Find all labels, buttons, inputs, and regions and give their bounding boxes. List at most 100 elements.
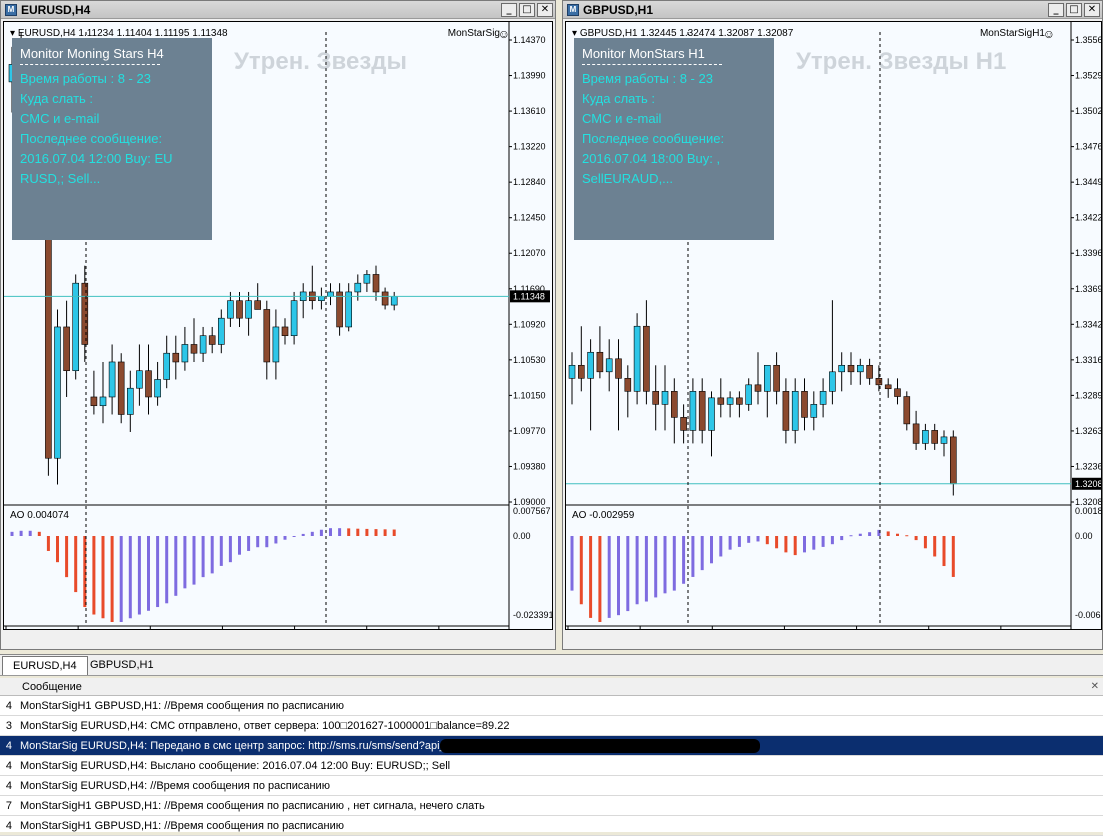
close-button[interactable]: ✕ [537, 2, 553, 17]
price-tick-label: 1.13220 [513, 142, 546, 152]
ao-bar [210, 536, 214, 574]
ao-bar [292, 536, 296, 537]
monitor-panel: Monitor Moning Stars H4 Время работы : 8… [12, 38, 212, 240]
candle-body [290, 300, 298, 337]
maximize-button[interactable]: □ [1066, 2, 1082, 17]
log-row[interactable]: 4 MonStarSig EURUSD,H4: Выслано сообщение… [0, 756, 1103, 776]
ao-bar [374, 529, 378, 536]
candle-body [689, 391, 697, 431]
chart-watermark: Утрен. Звезды [234, 48, 408, 75]
ao-bar [329, 528, 332, 536]
candle-body [773, 364, 780, 392]
log-row[interactable]: 4 MonStarSigH1 GBPUSD,H1: //Время сообщен… [0, 696, 1103, 716]
minimize-button[interactable]: _ [501, 2, 517, 17]
tab-eurusd[interactable]: EURUSD,H4 [2, 656, 88, 675]
log-row[interactable]: 4 MonStarSig EURUSD,H4: //Время сообщения… [0, 776, 1103, 796]
chart-watermark: Утрен. Звезды H1 [796, 48, 1007, 75]
candle-body [829, 371, 836, 392]
candle-body [63, 326, 70, 372]
ao-bar [101, 536, 105, 619]
monitor-line: RUSD,; Sell... [20, 171, 101, 186]
ao-bar [256, 536, 260, 548]
ao-tick-label: 0.00 [513, 531, 531, 541]
ao-bar [65, 536, 69, 578]
price-tick-label: 1.3449 [1075, 177, 1102, 187]
ao-bar [570, 536, 574, 591]
ao-bar [784, 536, 788, 553]
time-tick-label: 4 Jul 09:00 [784, 628, 828, 630]
log-row[interactable]: 4 MonStarSigH1 GBPUSD,H1: //Время сообщен… [0, 816, 1103, 836]
candle-body [81, 282, 89, 345]
price-tick-label: 1.3263 [1075, 426, 1102, 436]
candle-body [652, 391, 659, 405]
ao-bar [183, 536, 187, 589]
close-button[interactable]: ✕ [1084, 2, 1100, 17]
ao-bar [119, 536, 123, 622]
ao-bar [710, 536, 713, 564]
candle-body [245, 300, 252, 319]
ao-tick-label: -0.023391 [513, 610, 553, 620]
candle-body [145, 370, 152, 398]
candle-body [698, 391, 706, 431]
chart-canvas[interactable]: 1.3556 1.3529 1.3502 1.3476 1.3449 1.3422 1.33… [565, 21, 1102, 630]
ao-bar [338, 528, 342, 536]
ao-bar [830, 536, 834, 545]
candle-body [838, 364, 846, 373]
monitor-line: 2016.07.04 18:00 Buy: , [582, 151, 721, 166]
ao-bar [626, 536, 630, 612]
window-titlebar[interactable]: M GBPUSD,H1 _ □ ✕ [563, 1, 1102, 19]
candle-body [912, 423, 920, 444]
candle-body [894, 388, 901, 397]
log-row-selected[interactable]: 4 MonStarSig EURUSD,H4: Передано в смс це… [0, 736, 1103, 756]
candle-body [949, 436, 957, 485]
ao-bar [803, 536, 806, 553]
monitor-divider [20, 64, 160, 65]
ao-bar [765, 536, 769, 545]
experts-log[interactable]: Сообщение ✕ 4 MonStarSigH1 GBPUSD,H1: //В… [0, 678, 1103, 836]
ao-bar [896, 533, 899, 536]
ao-bar [886, 531, 890, 536]
time-tick-label: 29 Jun 08:00 [222, 628, 274, 630]
ao-bar [110, 536, 114, 622]
candle-body [680, 417, 687, 431]
candle-body [381, 291, 389, 306]
maximize-button[interactable]: □ [519, 2, 535, 17]
collapse-icon[interactable]: ✕ [1091, 681, 1099, 692]
log-message: MonStarSig EURUSD,H4: СМС отправлено, от… [20, 720, 510, 732]
minimize-button[interactable]: _ [1048, 2, 1064, 17]
ao-bar [128, 536, 132, 619]
log-row[interactable]: 3 MonStarSig EURUSD,H4: СМС отправлено, о… [0, 716, 1103, 736]
monitor-line: Последнее сообщение: [20, 131, 163, 146]
candle-body [272, 326, 280, 363]
indicator-label: MonStarSig [447, 28, 500, 39]
window-titlebar[interactable]: M EURUSD,H4 _ □ ✕ [1, 1, 555, 19]
chart-window-eurusd[interactable]: M EURUSD,H4 _ □ ✕ 1.14370 1.13990 1.13610 1… [0, 0, 556, 650]
candle-body [136, 370, 143, 389]
price-tick-label: 1.3422 [1075, 213, 1102, 223]
price-tick-label: 1.12840 [513, 177, 546, 187]
tab-gbpusd[interactable]: GBPUSD,H1 [80, 656, 164, 675]
candle-body [708, 397, 715, 431]
candle-body [236, 300, 243, 319]
ao-bar [347, 528, 351, 536]
monitor-title: Monitor MonStars H1 [582, 46, 705, 61]
candle-body [782, 391, 790, 431]
chart-window-gbpusd[interactable]: M GBPUSD,H1 _ □ ✕ 1.3556 1.3529 1.3502 1.34… [562, 0, 1103, 650]
ao-bar [849, 535, 853, 537]
candle-body [754, 384, 762, 392]
candle-body [801, 391, 808, 418]
time-tick-label: 4 Jul 00:00 [367, 628, 411, 630]
chart-canvas[interactable]: 1.14370 1.13990 1.13610 1.13220 1.12840 1.124… [3, 21, 553, 630]
price-tick-label: 1.10150 [513, 390, 546, 400]
time-tick-label: 30 Jun 16:00 [295, 628, 347, 630]
log-row[interactable]: 7 MonStarSigH1 GBPUSD,H1: //Время сообщен… [0, 796, 1103, 816]
price-tick-label: 1.3369 [1075, 284, 1102, 294]
candle-body [199, 335, 207, 354]
ao-bar [274, 536, 278, 544]
log-column-header[interactable]: Сообщение [0, 678, 1103, 696]
log-num: 4 [5, 820, 12, 832]
current-price-label: 1.3208 [1075, 479, 1102, 489]
redaction-mark [440, 739, 760, 753]
candle-body [218, 317, 225, 345]
app-icon: M [567, 3, 579, 16]
